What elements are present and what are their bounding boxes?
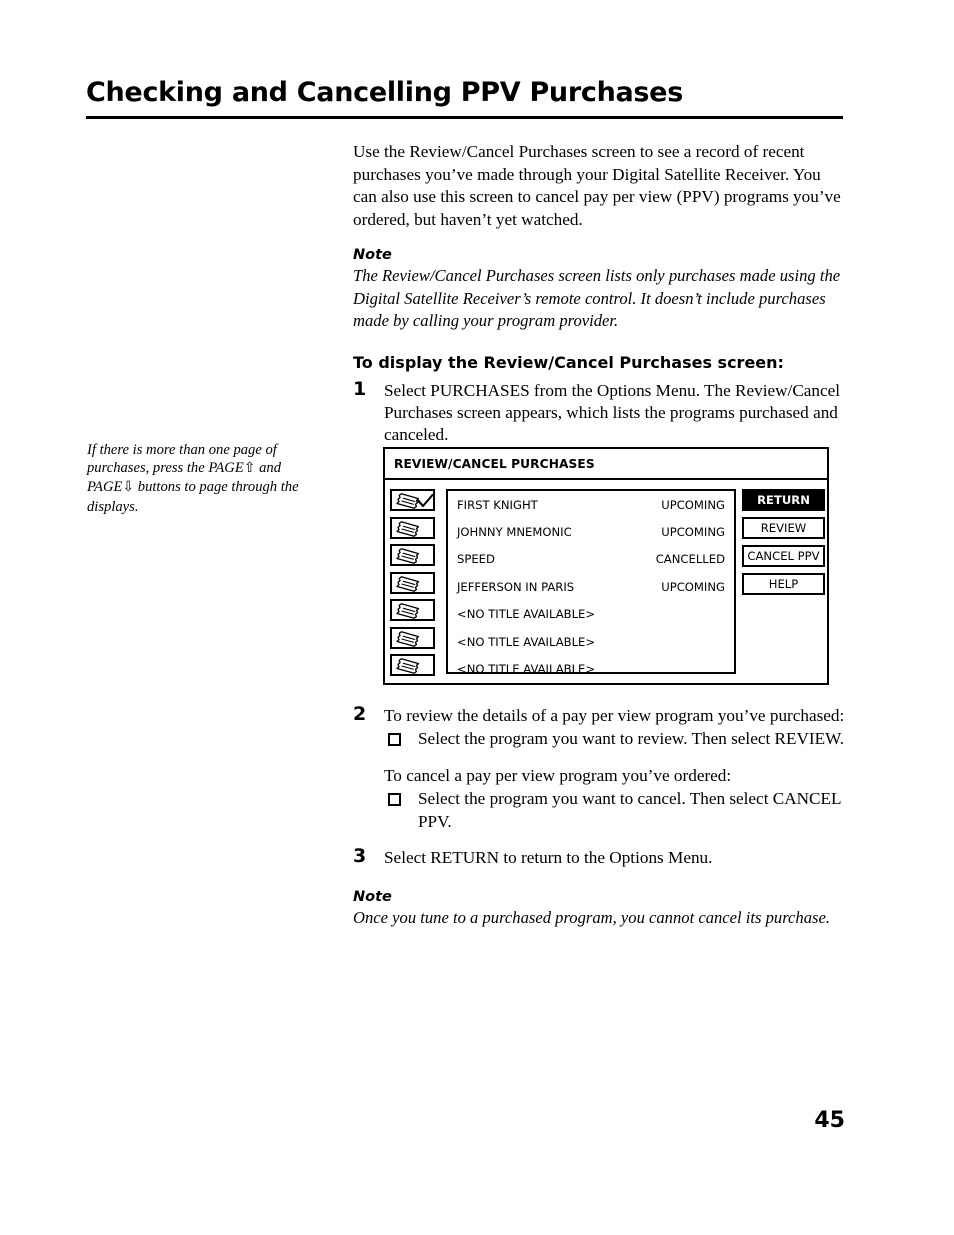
page-number: 45 — [814, 1108, 845, 1133]
purchase-title: FIRST KNIGHT — [457, 497, 538, 512]
screen-body: FIRST KNIGHT UPCOMING JOHNNY MNEMONIC UPCOM… — [385, 480, 827, 685]
purchase-list-row[interactable]: <NO TITLE AVAILABLE> — [448, 655, 734, 682]
main-content-column: Use the Review/Cancel Purchases screen t… — [353, 141, 847, 457]
step-2-bullet-1-text: Select the program you want to review. T… — [418, 729, 845, 749]
lower-steps-column: 2 To review the details of a pay per vie… — [353, 703, 850, 950]
step-2: 2 To review the details of a pay per vie… — [353, 703, 850, 833]
screen-button-help[interactable]: HELP — [742, 573, 825, 595]
screen-button-column: RETURN REVIEW CANCEL PPV HELP — [742, 489, 825, 601]
margin-note-line-4: displays. — [87, 498, 139, 515]
intro-paragraph: Use the Review/Cancel Purchases screen t… — [353, 142, 841, 229]
note-heading-bottom: Note — [353, 889, 392, 906]
purchase-title: JOHNNY MNEMONIC — [457, 525, 572, 540]
step-2-bullet-1: Select the program you want to review. T… — [384, 728, 850, 750]
page-up-arrow-icon: ⇧ — [243, 461, 256, 477]
purchase-list-row[interactable]: JEFFERSON IN PARIS UPCOMING — [448, 573, 734, 600]
step-2-number: 2 — [353, 703, 367, 725]
margin-note: If there is more than one page of purcha… — [87, 441, 312, 516]
step-3-text: Select RETURN to return to the Options M… — [384, 848, 713, 868]
purchase-status: UPCOMING — [661, 497, 725, 512]
margin-note-line-1: If there is more than one page of — [87, 442, 277, 458]
purchase-list-row[interactable]: JOHNNY MNEMONIC UPCOMING — [448, 518, 734, 545]
step-2-text: To review the details of a pay per view … — [384, 706, 845, 725]
margin-note-line-3a: PAGE — [87, 479, 123, 496]
purchase-list-row[interactable]: <NO TITLE AVAILABLE> — [448, 628, 734, 655]
step-2-bullet-2: Select the program you want to cancel. T… — [384, 788, 850, 833]
review-cancel-purchases-screen: REVIEW/CANCEL PURCHASES FIRST KNIGHT UPCO… — [383, 447, 829, 685]
screen-title: REVIEW/CANCEL PURCHASES — [394, 456, 595, 471]
ticket-icon-cell[interactable] — [390, 654, 435, 676]
purchase-list-row[interactable]: SPEED CANCELLED — [448, 546, 734, 573]
ticket-icon-cell[interactable] — [390, 489, 435, 511]
screen-button-review[interactable]: REVIEW — [742, 517, 825, 539]
purchase-title: <NO TITLE AVAILABLE> — [457, 634, 596, 649]
purchase-title: <NO TITLE AVAILABLE> — [457, 662, 596, 677]
ticket-icon-cell[interactable] — [390, 571, 435, 594]
step-1-number: 1 — [353, 377, 367, 400]
margin-note-line-2a: purchases, press the PAGE — [87, 460, 244, 477]
ticket-icon-column — [390, 489, 440, 682]
screen-button-cancel-ppv[interactable]: CANCEL PPV — [742, 545, 825, 567]
step-3-number: 3 — [353, 845, 367, 868]
screen-header-bar: REVIEW/CANCEL PURCHASES — [385, 449, 827, 480]
note-body-top: The Review/Cancel Purchases screen lists… — [353, 266, 841, 331]
step-2-text-b: To cancel a pay per view program you’ve … — [384, 765, 732, 785]
ticket-icon-cell[interactable] — [390, 544, 435, 566]
purchase-title: SPEED — [457, 552, 495, 567]
step-1-text: Select PURCHASES from the Options Menu. … — [384, 380, 841, 445]
note-body-bottom: Once you tune to a purchased program, yo… — [353, 908, 830, 928]
step-1: 1 Select PURCHASES from the Options Menu… — [353, 377, 847, 447]
margin-note-line-3b: buttons to page through the — [134, 479, 299, 496]
purchase-list-row[interactable]: <NO TITLE AVAILABLE> — [448, 601, 734, 628]
margin-note-line-2b: and — [255, 460, 282, 477]
note-heading-top: Note — [353, 247, 392, 264]
checkbox-icon — [388, 733, 401, 747]
purchase-title: <NO TITLE AVAILABLE> — [457, 607, 596, 622]
page-down-arrow-icon: ⇩ — [122, 480, 135, 496]
title-rule — [86, 116, 843, 119]
ticket-icon-cell[interactable] — [390, 599, 435, 621]
purchase-status: UPCOMING — [661, 525, 725, 540]
page-title: Checking and Cancelling PPV Purchases — [86, 77, 683, 108]
checkbox-icon — [388, 793, 401, 807]
ticket-icon-cell[interactable] — [390, 516, 435, 539]
purchase-list-row[interactable]: FIRST KNIGHT UPCOMING — [448, 491, 734, 518]
purchase-title: JEFFERSON IN PARIS — [457, 579, 575, 594]
purchase-list: FIRST KNIGHT UPCOMING JOHNNY MNEMONIC UPCOM… — [446, 489, 736, 676]
step-3: 3 Select RETURN to return to the Options… — [353, 845, 850, 869]
purchase-status: CANCELLED — [655, 552, 725, 567]
purchase-status: UPCOMING — [661, 579, 725, 594]
screen-button-return[interactable]: RETURN — [742, 489, 825, 511]
procedure-heading: To display the Review/Cancel Purchases s… — [353, 352, 784, 372]
step-2-bullet-2-text: Select the program you want to cancel. T… — [418, 789, 841, 831]
ticket-icon-cell[interactable] — [390, 626, 435, 649]
